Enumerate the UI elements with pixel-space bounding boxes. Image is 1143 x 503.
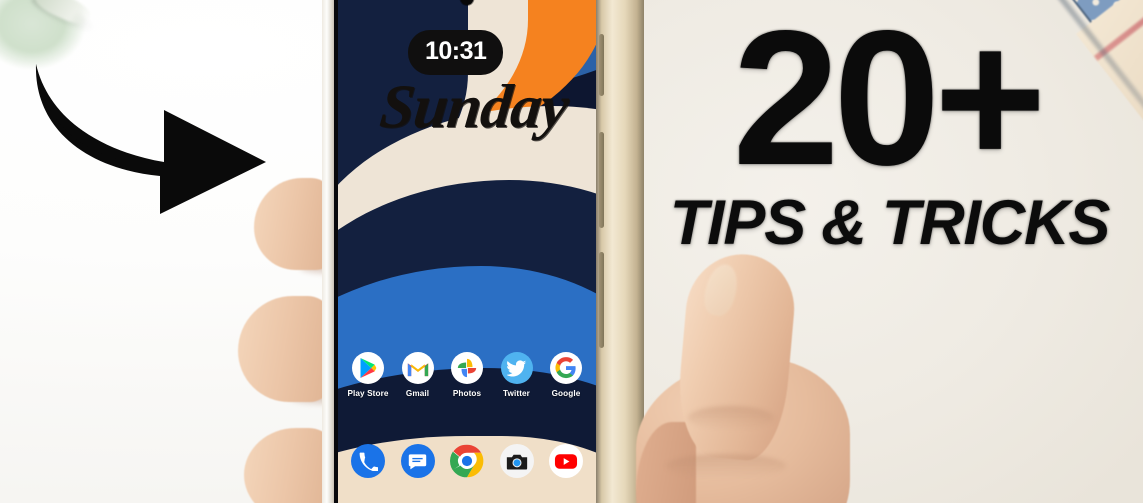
play-store-icon [352, 352, 384, 384]
app-label: Play Store [347, 389, 389, 398]
youtube-icon [549, 444, 583, 478]
phone-button[interactable] [599, 34, 604, 96]
messages-icon [400, 444, 435, 478]
app-label: Twitter [503, 389, 530, 398]
chrome-icon [450, 444, 484, 478]
dock-youtube[interactable] [544, 444, 588, 478]
app-label: Photos [452, 389, 482, 398]
app-gmail[interactable]: Gmail [396, 352, 440, 398]
app-label: Gmail [405, 389, 430, 398]
phone-icon [351, 444, 385, 478]
dock-chrome[interactable] [445, 444, 489, 478]
app-play-store[interactable]: Play Store [346, 352, 390, 398]
thumbnail-stage: 10:31 Sunday Play Store Gmail Photos Twi… [0, 0, 1143, 503]
dock-messages[interactable] [396, 444, 440, 478]
plant-leaf-icon [0, 0, 22, 9]
phone-screen[interactable]: 10:31 Sunday Play Store Gmail Photos Twi… [338, 0, 596, 503]
app-google[interactable]: Google [544, 352, 588, 398]
clock-widget[interactable]: 10:31 [408, 30, 504, 75]
dock [346, 444, 588, 478]
gmail-icon [401, 352, 434, 384]
app-label: Google [551, 389, 581, 398]
app-twitter[interactable]: Twitter [495, 352, 539, 398]
power-button[interactable] [599, 252, 604, 348]
google-icon [550, 352, 582, 384]
smartphone[interactable]: 10:31 Sunday Play Store Gmail Photos Twi… [322, 0, 644, 503]
clock-time: 10:31 [425, 37, 487, 65]
curved-arrow-icon [14, 58, 284, 218]
app-grid: Play Store Gmail Photos Twitter Google [346, 352, 588, 398]
google-photos-icon [451, 352, 483, 384]
dock-camera[interactable] [495, 444, 539, 478]
hand-thumb [636, 246, 876, 503]
volume-up-button[interactable] [599, 132, 604, 228]
app-photos[interactable]: Photos [445, 352, 489, 398]
day-label: Sunday [376, 73, 572, 141]
knuckle-crease [666, 454, 786, 478]
dock-phone[interactable] [346, 444, 390, 478]
twitter-icon [500, 352, 533, 384]
camera-icon [499, 444, 534, 478]
knuckle-crease [688, 406, 774, 430]
